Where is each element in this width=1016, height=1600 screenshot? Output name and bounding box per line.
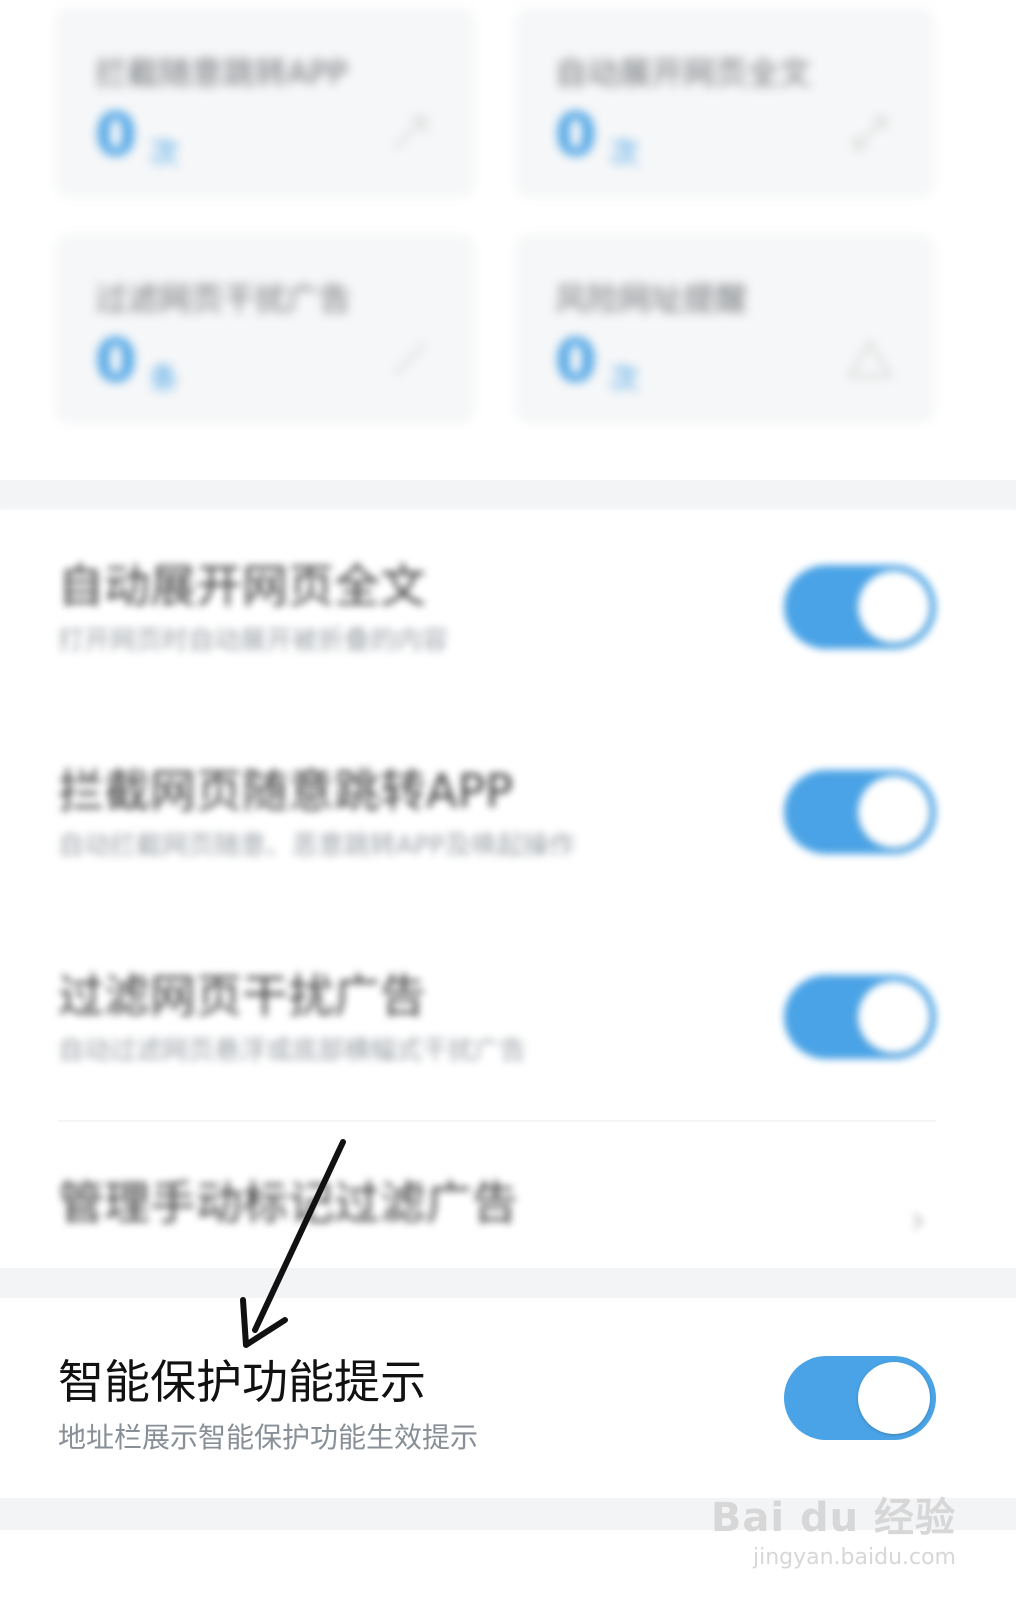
annotation-arrow-icon [240,1139,346,1348]
watermark-url: jingyan.baidu.com [752,1545,956,1570]
watermark-brand: Bai du 经验 [710,1495,956,1541]
watermark: Bai du 经验 jingyan.baidu.com [711,1485,956,1570]
